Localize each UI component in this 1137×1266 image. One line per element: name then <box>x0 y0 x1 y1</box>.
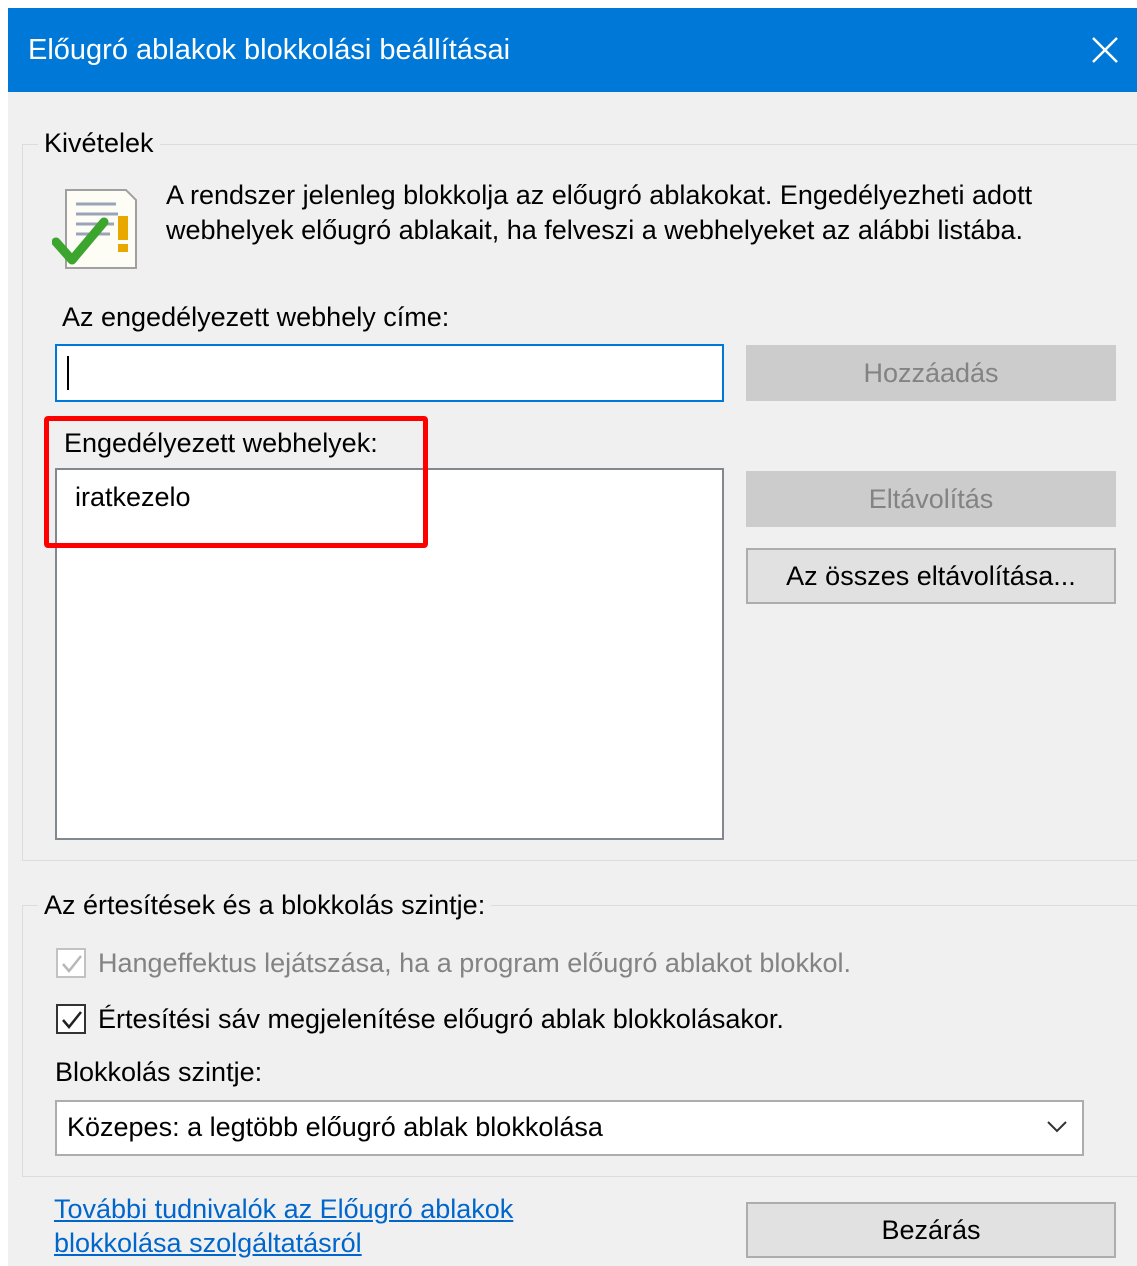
notifications-legend: Az értesítések és a blokkolás szintje: <box>38 890 492 921</box>
checkmark-icon <box>62 955 82 973</box>
notification-bar-checkbox[interactable] <box>56 1004 86 1034</box>
blocking-level-label: Blokkolás szintje: <box>55 1057 263 1087</box>
notification-bar-label: Értesítési sáv megjelenítése előugró abl… <box>98 1004 784 1034</box>
window-title: Előugró ablakok blokkolási beállításai <box>28 34 511 66</box>
sound-effect-label: Hangeffektus lejátszása, ha a program el… <box>98 948 851 978</box>
close-button[interactable]: Bezárás <box>746 1202 1116 1258</box>
popup-blocker-settings-dialog: Előugró ablakok blokkolási beállításai K… <box>8 8 1137 1266</box>
sound-effect-checkbox[interactable] <box>56 948 86 978</box>
close-icon <box>1092 37 1118 63</box>
checkmark-icon <box>62 1011 82 1029</box>
exceptions-info-text: A rendszer jelenleg blokkolja az előugró… <box>166 180 1033 245</box>
exceptions-legend: Kivételek <box>38 128 160 159</box>
title-bar: Előugró ablakok blokkolási beállításai <box>8 8 1137 92</box>
text-caret <box>67 356 69 390</box>
page-check-warning-icon <box>52 189 137 269</box>
remove-button[interactable]: Eltávolítás <box>746 471 1116 527</box>
red-highlight-box <box>44 416 428 548</box>
learn-more-link-line1[interactable]: További tudnivalók az Előugró ablakok <box>54 1192 513 1226</box>
blocking-level-select[interactable]: Közepes: a legtöbb előugró ablak blokkol… <box>55 1100 1084 1156</box>
address-label: Az engedélyezett webhely címe: <box>62 302 450 332</box>
learn-more-link-line2[interactable]: blokkolása szolgáltatásról <box>54 1226 513 1260</box>
remove-all-button[interactable]: Az összes eltávolítása... <box>746 548 1116 604</box>
blocking-level-value: Közepes: a legtöbb előugró ablak blokkol… <box>67 1112 603 1142</box>
chevron-down-icon <box>1047 1121 1067 1133</box>
learn-more-link[interactable]: További tudnivalók az Előugró ablakok bl… <box>54 1192 513 1260</box>
close-window-button[interactable] <box>1073 8 1137 92</box>
add-button[interactable]: Hozzáadás <box>746 345 1116 401</box>
address-input[interactable] <box>55 344 724 402</box>
address-input-field[interactable] <box>57 346 722 400</box>
